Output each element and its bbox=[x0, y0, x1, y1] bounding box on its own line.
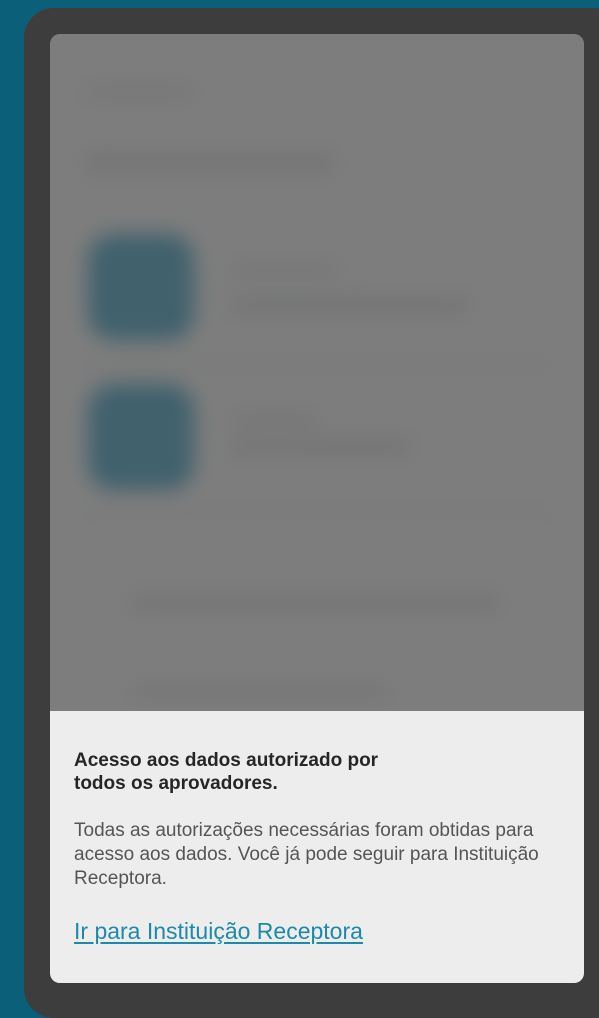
go-to-receiving-institution-link[interactable]: Ir para Instituição Receptora bbox=[74, 917, 363, 945]
modal-description: Todas as autorizações necessárias foram … bbox=[74, 820, 539, 889]
app-screen: Acesso aos dados autorizado por todos os… bbox=[50, 34, 584, 983]
bottom-sheet: Acesso aos dados autorizado por todos os… bbox=[50, 711, 584, 983]
modal-title: Acesso aos dados autorizado por todos os… bbox=[74, 750, 379, 794]
